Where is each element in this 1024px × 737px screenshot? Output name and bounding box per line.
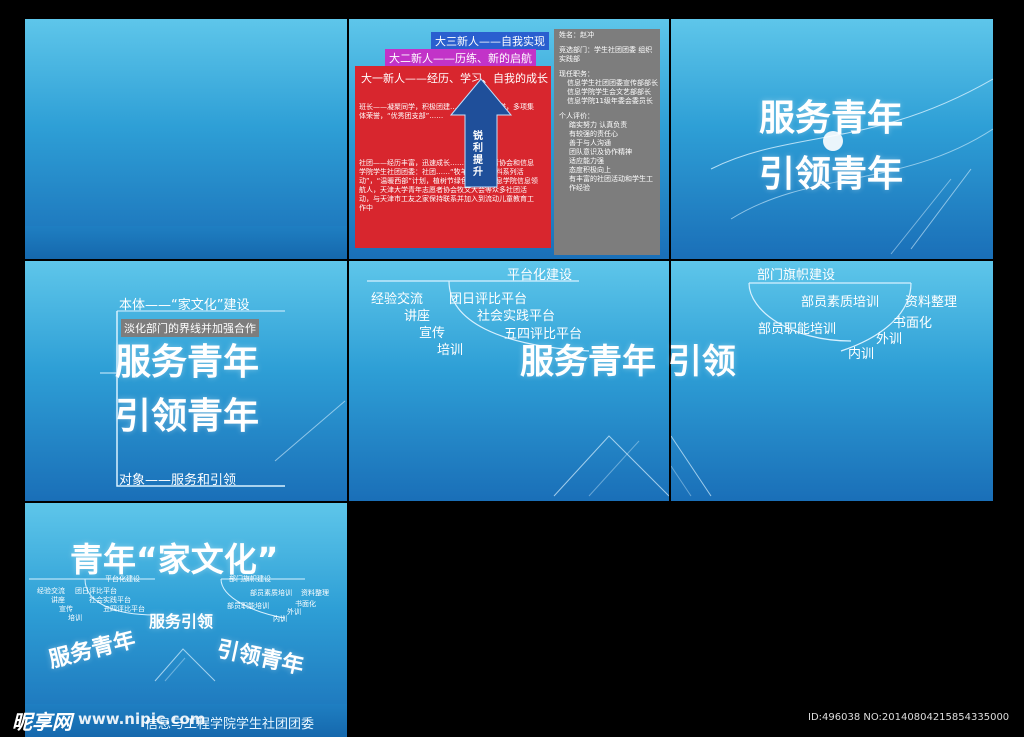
profile-name: 姓名：赵冲 bbox=[559, 31, 594, 39]
slide7-left-big: 服务青年 bbox=[46, 627, 138, 674]
center-title: 服务青年 引领 bbox=[520, 342, 736, 382]
profile-pos-title: 现任职务： bbox=[559, 70, 594, 78]
slide7-right-big: 引领青年 bbox=[214, 636, 306, 680]
tag-sophomore: 大二新人——历练、新的启航 bbox=[385, 49, 536, 67]
platform-item: 培训 bbox=[437, 343, 464, 358]
watermark-url: www.nipic.com bbox=[78, 710, 206, 728]
profile-pos-1: 信息学生社团团委宣传部部长 bbox=[567, 79, 658, 87]
slide-2: 大三新人——自我实现 大二新人——历练、新的启航 大一新人——经历、学习、自我的… bbox=[349, 19, 669, 259]
mini-platform-item: 五四评比平台 bbox=[103, 605, 145, 613]
red-panel bbox=[355, 66, 551, 248]
slide-3: 服务青年 引领青年 bbox=[671, 19, 993, 259]
banner-item: 内训 bbox=[848, 347, 875, 362]
mini-banner-item: 部员职能培训 bbox=[227, 602, 269, 610]
profile-eval-6: 态度积极向上 bbox=[569, 166, 611, 174]
profile-eval-3: 善于与人沟通 bbox=[569, 139, 611, 147]
banner-item: 部员职能培训 bbox=[758, 322, 837, 337]
profile-pos-2: 信息学院学生会文艺部部长 bbox=[567, 88, 651, 96]
slide7-center: 服务引领 bbox=[149, 612, 214, 631]
banner-title: 部门旗帜建设 bbox=[757, 268, 836, 283]
profile-pos-3: 信息学院11级年委会委员长 bbox=[567, 97, 653, 105]
profile-text: 姓名：赵冲 竞选部门：学生社团团委 组织实践部 现任职务： 信息学生社团团委宣传… bbox=[559, 31, 659, 193]
profile-eval-title: 个人评价： bbox=[559, 112, 594, 120]
slide-7: 青年“家文化” 平台化建设 经验交流 团日评比平台 讲座 社会实践平台 宣传 五… bbox=[25, 503, 347, 737]
slide3-line2: 引领青年 bbox=[759, 154, 904, 195]
slide-footer-bar bbox=[25, 226, 347, 259]
profile-eval-2: 有较强的责任心 bbox=[569, 130, 618, 138]
mini-banner-item: 资料整理 bbox=[301, 589, 329, 597]
slide3-line1: 服务青年 bbox=[759, 98, 904, 139]
slide-1 bbox=[25, 19, 347, 259]
mini-banner-item: 外训 bbox=[287, 608, 301, 616]
banner-item: 外训 bbox=[876, 332, 903, 347]
watermark-id: ID:496038 NO:20140804215854335000 bbox=[808, 712, 1010, 723]
banner-item: 部员素质培训 bbox=[801, 295, 880, 310]
slide4-line2: 引领青年 bbox=[115, 396, 260, 437]
mini-platform-item: 培训 bbox=[68, 614, 82, 622]
mini-banner-title: 部门旗帜建设 bbox=[229, 575, 271, 583]
red-body-2: 社团——经历丰富，迅速成长……青年志愿者协会和信息学院学生社团团委：社团……“牧… bbox=[359, 159, 538, 212]
slide4-top: 本体——“家文化”建设 bbox=[119, 298, 250, 313]
platform-item: 社会实践平台 bbox=[477, 309, 556, 324]
mini-banner-item: 内训 bbox=[273, 615, 287, 623]
platform-title: 平台化建设 bbox=[507, 268, 573, 283]
tag-freshman: 大一新人——经历、学习、自我的成长 bbox=[361, 72, 548, 85]
profile-eval-1: 踏实努力 认真负责 bbox=[569, 121, 628, 129]
profile-eval-4: 团队意识及协作精神 bbox=[569, 148, 632, 156]
slide4-line1: 服务青年 bbox=[115, 342, 260, 383]
mini-banner-item: 部员素质培训 bbox=[250, 589, 292, 597]
profile-eval-5: 适应能力强 bbox=[569, 157, 604, 165]
slide-4: 本体——“家文化”建设 淡化部门的界线并加强合作 服务青年 引领青年 对象——服… bbox=[25, 261, 347, 501]
red-body-1: 班长——凝聚同学，积极团建……获得院级荣誉，多项集体荣誉，“优秀团支部”…… bbox=[359, 103, 534, 120]
tag-junior: 大三新人——自我实现 bbox=[431, 32, 549, 50]
profile-eval-7: 有丰富的社团活动和学生工作经验 bbox=[569, 175, 653, 192]
profile-dept: 竞选部门：学生社团团委 组织实践部 bbox=[559, 46, 653, 63]
slide4-bottom: 对象——服务和引领 bbox=[119, 473, 237, 488]
arrow-label: 锐利提升 bbox=[473, 131, 483, 178]
mini-platform-title: 平台化建设 bbox=[105, 575, 140, 583]
banner-item: 资料整理 bbox=[905, 295, 958, 310]
watermark-logo: 昵享网 bbox=[12, 710, 72, 734]
